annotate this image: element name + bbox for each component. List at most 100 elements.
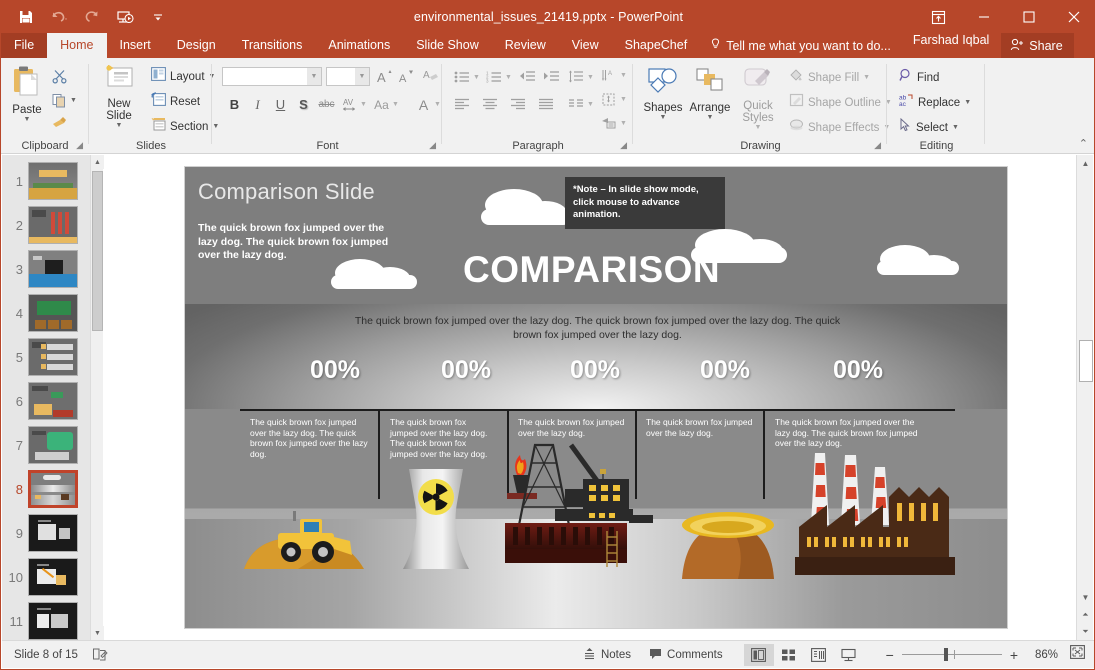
slide-show-button[interactable] [834,644,864,666]
copy-caret-icon[interactable]: ▼ [70,97,77,104]
italic-button[interactable]: I [247,94,268,115]
thumbnail-image-7[interactable] [28,426,78,464]
collapse-ribbon-button[interactable]: ⌃ [1079,137,1088,150]
shape-outline-button[interactable]: Shape Outline ▼ [786,92,895,113]
tab-home[interactable]: Home [47,33,106,58]
arrange-caret-icon[interactable]: ▼ [707,114,714,121]
minimize-icon[interactable] [961,1,1006,33]
new-slide-button[interactable]: New Slide ▼ [96,65,142,129]
thumbnail-item-2[interactable]: 2 [2,203,90,247]
previous-slide-icon[interactable]: ⏶ [1077,606,1094,623]
thumbnail-item-8[interactable]: 8 [2,467,90,511]
slide-sorter-view-button[interactable] [774,644,804,666]
strikethrough-button[interactable]: abc [316,94,337,115]
zoom-handle[interactable] [944,648,948,661]
new-slide-caret-icon[interactable]: ▼ [116,122,123,129]
tab-shapechef[interactable]: ShapeChef [612,33,701,58]
find-button[interactable]: Find [896,67,942,88]
bullets-button[interactable]: ▼ [451,67,480,87]
tab-transitions[interactable]: Transitions [229,33,316,58]
line-spacing-caret-icon[interactable]: ▼ [587,74,594,81]
thumbnail-image-10[interactable] [28,558,78,596]
text-direction-caret-icon[interactable]: ▼ [620,72,627,79]
scrollbar-thumb[interactable] [1079,340,1093,382]
slide-subtitle[interactable]: The quick brown fox jumped over the lazy… [198,222,398,263]
zoom-out-button[interactable]: − [878,647,902,663]
thumbnail-pane-scrollbar[interactable]: ▲ ▼ [90,155,103,640]
font-name-caret-icon[interactable]: ▼ [307,68,321,85]
shape-effects-button[interactable]: Shape Effects ▼ [786,117,893,138]
scrollbar-thumb[interactable] [92,171,103,331]
line-spacing-button[interactable]: ▼ [565,67,594,87]
zoom-track[interactable] [902,654,1002,655]
select-caret-icon[interactable]: ▼ [952,124,959,131]
columns-caret-icon[interactable]: ▼ [587,101,594,108]
decrease-font-size-button[interactable]: A [395,66,416,87]
thumbnail-image-11[interactable] [28,602,78,640]
column-text-4[interactable]: The quick brown fox jumped over the lazy… [646,417,756,438]
decrease-indent-button[interactable] [516,67,538,87]
thumbnail-item-10[interactable]: 10 [2,555,90,599]
thumbnail-item-1[interactable]: 1 [2,159,90,203]
notes-indicator-icon[interactable] [78,647,108,662]
select-button[interactable]: Select ▼ [896,117,962,138]
increase-indent-button[interactable] [540,67,562,87]
bold-button[interactable]: B [224,94,245,115]
fit-slide-to-window-icon[interactable] [1058,645,1095,664]
thumbnail-image-4[interactable] [28,294,78,332]
shape-fill-caret-icon[interactable]: ▼ [863,74,870,81]
tab-slide-show[interactable]: Slide Show [403,33,492,58]
zoom-in-button[interactable]: + [1002,647,1026,663]
shadow-button[interactable]: S [293,94,314,115]
slide-area-scrollbar[interactable]: ▲ ▼ ⏶ ⏷ [1076,155,1093,640]
character-spacing-caret-icon[interactable]: ▼ [360,101,367,108]
quick-styles-button[interactable]: Quick Styles ▼ [735,67,781,131]
font-color-caret-icon[interactable]: ▼ [434,101,441,108]
tab-design[interactable]: Design [164,33,229,58]
tab-file[interactable]: File [1,33,47,58]
column-text-5[interactable]: The quick brown fox jumped over the lazy… [775,417,927,449]
thumbnail-image-6[interactable] [28,382,78,420]
thumbnail-item-5[interactable]: 5 [2,335,90,379]
slide-big-title[interactable]: COMPARISON [463,249,720,291]
reading-view-button[interactable] [804,644,834,666]
shape-fill-button[interactable]: Shape Fill ▼ [786,67,873,88]
notes-button[interactable]: Notes [574,644,640,666]
drawing-dialog-launcher[interactable]: ◢ [874,140,881,151]
font-dialog-launcher[interactable]: ◢ [429,140,436,151]
font-color-button[interactable]: A ▼ [413,94,441,115]
zoom-slider[interactable]: − + [878,647,1026,663]
slide-band-text[interactable]: The quick brown fox jumped over the lazy… [345,314,850,342]
column-text-3[interactable]: The quick brown fox jumped over the lazy… [518,417,628,438]
tab-review[interactable]: Review [492,33,559,58]
change-case-button[interactable]: Aa ▼ [371,94,399,115]
replace-caret-icon[interactable]: ▼ [964,99,971,106]
align-text-button[interactable]: ▼ [598,89,627,109]
thumbnail-image-1[interactable] [28,162,78,200]
shapes-button[interactable]: Shapes ▼ [641,67,685,121]
copy-button[interactable]: ▼ [49,90,77,111]
underline-button[interactable]: U [270,94,291,115]
zoom-level[interactable]: 86% [1026,649,1058,661]
tab-view[interactable]: View [559,33,612,58]
convert-smartart-caret-icon[interactable]: ▼ [620,120,627,127]
scroll-up-icon[interactable]: ▲ [91,155,104,169]
slide-title[interactable]: Comparison Slide [198,179,375,205]
justify-button[interactable] [535,94,557,114]
column-text-1[interactable]: The quick brown fox jumped over the lazy… [250,417,370,459]
tab-insert[interactable]: Insert [107,33,164,58]
clear-formatting-button[interactable]: A [420,66,441,87]
thumbnail-image-2[interactable] [28,206,78,244]
share-button[interactable]: Share [1001,33,1073,58]
change-case-caret-icon[interactable]: ▼ [392,101,399,108]
thumbnail-image-8[interactable] [28,470,78,508]
character-spacing-button[interactable]: AV ▼ [339,94,367,115]
column-text-2[interactable]: The quick brown fox jumped over the lazy… [390,417,495,459]
reset-button[interactable]: Reset [148,91,203,112]
close-icon[interactable] [1051,1,1095,33]
increase-font-size-button[interactable]: A [374,66,395,87]
align-text-caret-icon[interactable]: ▼ [620,96,627,103]
cut-button[interactable] [49,66,70,87]
thumbnail-item-6[interactable]: 6 [2,379,90,423]
text-direction-button[interactable]: A ▼ [598,65,627,85]
